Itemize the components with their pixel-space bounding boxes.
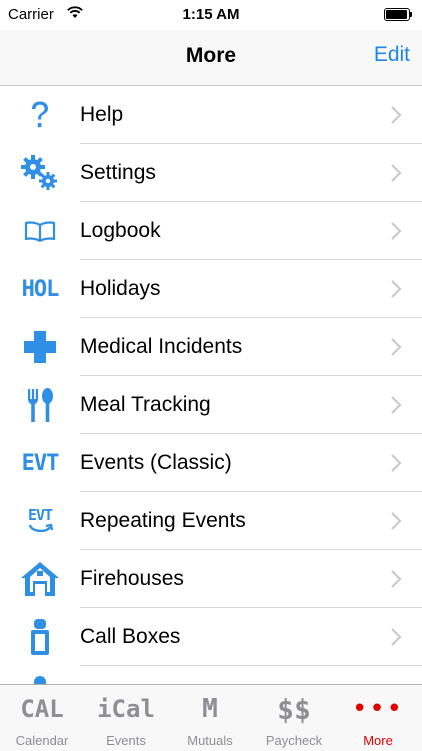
tab-label: Mutuals [187,733,233,748]
chevron-right-icon [390,105,402,125]
menu-item-label: Settings [80,161,156,184]
paycheck-icon: $$ [277,692,311,726]
menu-item-label: Meal Tracking [80,393,211,416]
cal-icon: CAL [20,695,64,723]
evt-icon: EVT [21,450,60,476]
navigation-bar: More Edit [0,30,422,86]
menu-item-label: Holidays [80,277,161,300]
chevron-right-icon [390,511,402,531]
tab-events[interactable]: iCal Events [84,685,168,751]
more-dots-icon: ••• [351,694,404,724]
repeat-evt-icon: EVT [18,502,62,540]
menu-item-label: Repeating Events [80,509,246,532]
menu-item-repeating-events[interactable]: EVT Repeating Events [0,492,422,550]
chevron-right-icon [390,569,402,589]
tab-paycheck[interactable]: $$ Paycheck [252,685,336,751]
menu-item-call-boxes[interactable]: Call Boxes [0,608,422,666]
mutuals-icon: M [202,694,218,724]
chevron-right-icon [390,453,402,473]
chevron-right-icon [390,395,402,415]
gears-icon [18,154,62,192]
clock-time: 1:15 AM [182,6,240,23]
fork-spoon-icon [18,386,62,424]
tab-more[interactable]: ••• More [336,685,420,751]
ical-icon: iCal [97,695,155,723]
menu-item-label: Events (Classic) [80,451,232,474]
menu-item-medical-incidents[interactable]: Medical Incidents [0,318,422,376]
more-menu-list: Help Settings Logbook HOL Holidays Medic… [0,86,422,684]
edit-button[interactable]: Edit [374,43,410,67]
chevron-right-icon [390,627,402,647]
partial-row-icon [18,676,62,684]
help-icon [18,96,62,134]
menu-item-label: Help [80,103,124,126]
chevron-right-icon [390,279,402,299]
tab-label: Paycheck [265,733,323,748]
hol-icon: HOL [21,276,60,302]
menu-item-partial[interactable] [0,666,422,684]
medical-cross-icon [18,328,62,366]
book-icon [18,212,62,250]
menu-item-label: Firehouses [80,567,184,590]
menu-item-firehouses[interactable]: Firehouses [0,550,422,608]
menu-item-meal-tracking[interactable]: Meal Tracking [0,376,422,434]
chevron-right-icon [390,163,402,183]
tab-label: Events [106,733,146,748]
page-title: More [185,44,237,67]
house-icon [18,560,62,598]
status-bar: Carrier 1:15 AM [0,0,422,30]
tab-label: More [363,733,393,748]
menu-item-events-classic[interactable]: EVT Events (Classic) [0,434,422,492]
menu-item-help[interactable]: Help [0,86,422,144]
chevron-right-icon [390,221,402,241]
battery-icon [384,8,412,21]
call-box-icon [18,618,62,656]
tab-label: Calendar [15,733,69,748]
menu-item-label: Medical Incidents [80,335,243,358]
menu-item-holidays[interactable]: HOL Holidays [0,260,422,318]
tab-bar: CAL Calendar iCal Events M Mutuals $$ Pa… [0,684,422,751]
menu-item-settings[interactable]: Settings [0,144,422,202]
chevron-right-icon [390,337,402,357]
menu-item-label: Logbook [80,219,161,242]
tab-mutuals[interactable]: M Mutuals [168,685,252,751]
menu-item-logbook[interactable]: Logbook [0,202,422,260]
menu-item-label: Call Boxes [80,625,181,648]
tab-calendar[interactable]: CAL Calendar [0,685,84,751]
